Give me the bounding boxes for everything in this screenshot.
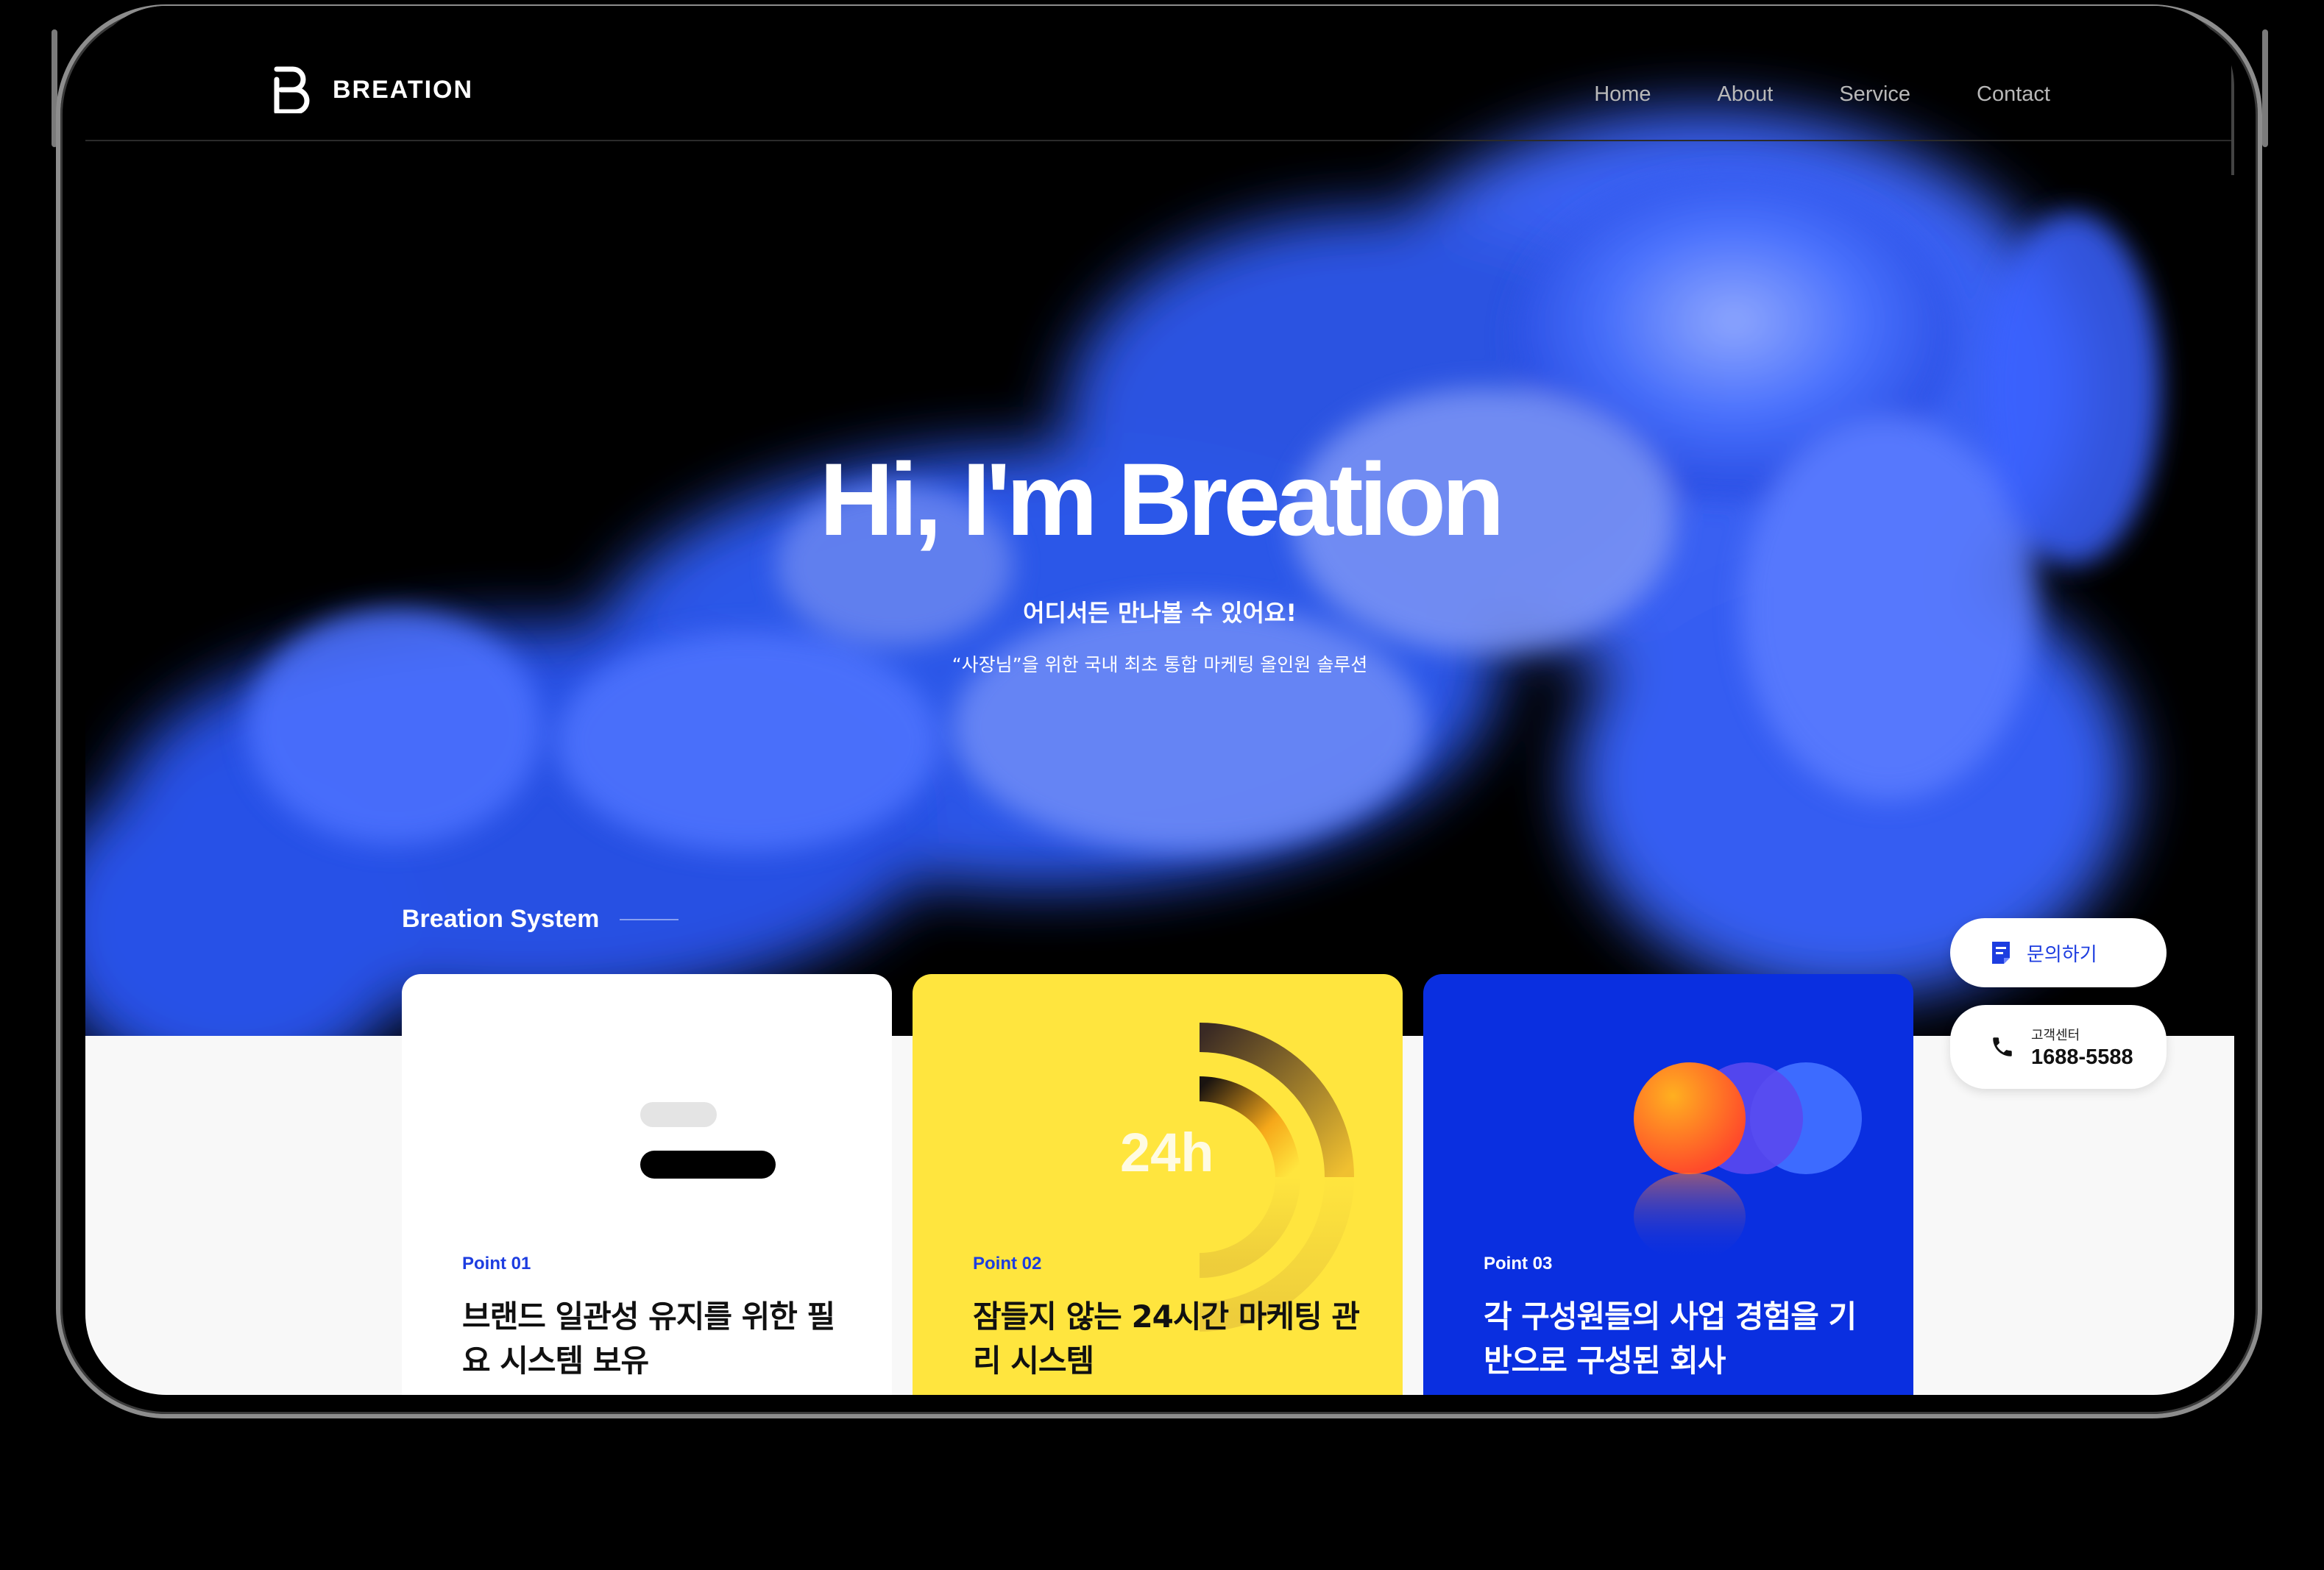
nav-home[interactable]: Home: [1594, 82, 1651, 107]
brand-logo-icon: [274, 66, 310, 113]
nav-contact[interactable]: Contact: [1977, 82, 2050, 107]
overlapping-circles-illustration: [1634, 1062, 1862, 1261]
nav-about[interactable]: About: [1718, 82, 1774, 107]
feature-card-2[interactable]: 24h Point 02 잠들지 않는 24시간 마케팅 관리 시스템: [913, 974, 1403, 1395]
document-icon: [1992, 942, 2010, 964]
website-screen: Hi, I'm Breation 어디서든 만나볼 수 있어요! “사장님”을 …: [85, 6, 2234, 1395]
device-side-button: [2262, 29, 2268, 147]
site-header: BREATION Home About Service Contact: [85, 6, 2234, 175]
inquiry-label: 문의하기: [2027, 943, 2097, 966]
card-point-label: Point 02: [973, 1254, 1042, 1274]
logo[interactable]: BREATION: [274, 66, 473, 113]
brand-name: BREATION: [333, 75, 474, 104]
card-text: 브랜드 일관성 유지를 위한 필요 시스템 보유: [462, 1299, 835, 1379]
feature-card-3[interactable]: Point 03 각 구성원들의 사업 경험을 기반으로 구성된 회사: [1423, 974, 1913, 1395]
hero-section: Hi, I'm Breation 어디서든 만나볼 수 있어요! “사장님”을 …: [85, 6, 2234, 1036]
customer-center-info: 고객센터 1688-5588: [2031, 1025, 2133, 1070]
system-section-title: Breation System: [402, 905, 679, 934]
support-number: 1688-5588: [2031, 1045, 2133, 1069]
card-text: 잠들지 않는 24시간 마케팅 관리 시스템: [973, 1299, 1360, 1379]
main-nav: Home About Service Contact: [1594, 82, 2050, 107]
hero-description: “사장님”을 위한 국내 최초 통합 마케팅 올인원 솔루션: [952, 654, 1368, 675]
card-point-label: Point 01: [462, 1254, 531, 1274]
card-point-label: Point 03: [1484, 1254, 1553, 1274]
feature-card-1[interactable]: Point 01 브랜드 일관성 유지를 위한 필요 시스템 보유: [402, 974, 892, 1395]
phone-icon: [1993, 1037, 2012, 1056]
hero-subtitle: 어디서든 만나볼 수 있어요!: [1023, 599, 1297, 627]
scroll-indicator: [2231, 65, 2234, 175]
inquiry-button[interactable]: 문의하기: [1950, 918, 2167, 987]
system-title-text: Breation System: [402, 905, 600, 933]
customer-center-button[interactable]: 고객센터 1688-5588: [1950, 1005, 2167, 1089]
title-divider: [620, 918, 679, 920]
toggle-bars-illustration: [640, 1102, 776, 1179]
card-text: 각 구성원들의 사업 경험을 기반으로 구성된 회사: [1484, 1299, 1857, 1379]
nav-service[interactable]: Service: [1839, 82, 1910, 107]
support-label: 고객센터: [2031, 1027, 2080, 1043]
24h-label: 24h: [1120, 1122, 1214, 1183]
hero-title: Hi, I'm Breation: [819, 441, 1504, 557]
